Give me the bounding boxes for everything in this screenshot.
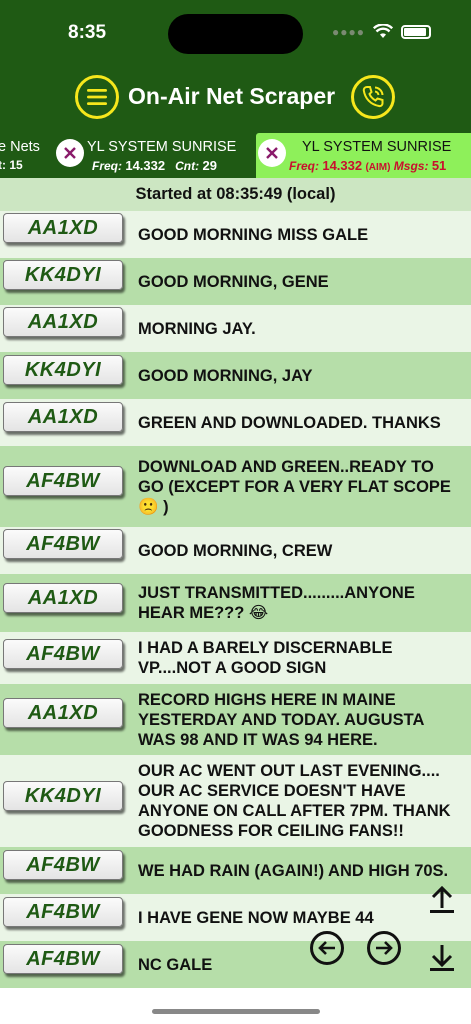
message-text: MORNING JAY. <box>138 319 256 338</box>
tab-freq: Freq: 14.332 (AIM) Msgs: 51 <box>289 158 447 173</box>
phone-button[interactable] <box>351 75 395 119</box>
status-icons: ●●●● <box>332 24 431 39</box>
callsign-button[interactable]: AF4BW <box>3 529 123 559</box>
callsign-button[interactable]: KK4DYI <box>3 781 123 811</box>
message-text: GOOD MORNING, JAY <box>138 366 313 385</box>
tab-count: t: 15 <box>0 158 23 172</box>
arrow-up-to-line-icon <box>430 885 454 913</box>
close-x-icon <box>64 147 76 159</box>
home-indicator[interactable] <box>152 1009 320 1014</box>
tab-label: YL SYSTEM SUNRISE <box>87 139 237 155</box>
dynamic-island <box>168 14 303 54</box>
list-item: AA1XD GREEN AND DOWNLOADED. THANKS <box>0 399 471 446</box>
tab-label: e Nets <box>0 139 40 155</box>
close-tab-button[interactable] <box>56 139 84 167</box>
close-x-icon <box>266 147 278 159</box>
callsign-button[interactable]: AA1XD <box>3 307 123 337</box>
tab-nets[interactable]: e Nets t: 15 <box>0 133 44 178</box>
list-item: KK4DYI GOOD MORNING, JAY <box>0 352 471 399</box>
tab-freq: Freq: 14.332 Cnt: 29 <box>92 158 217 173</box>
message-text: OUR AC WENT OUT LAST EVENING.... OUR AC … <box>138 762 451 840</box>
callsign-button[interactable]: AF4BW <box>3 639 123 669</box>
tab-yl-system-sunrise-active[interactable]: YL SYSTEM SUNRISE Freq: 14.332 (AIM) Msg… <box>256 133 471 178</box>
callsign-button[interactable]: AF4BW <box>3 850 123 880</box>
started-time: Started at 08:35:49 (local) <box>0 178 471 211</box>
callsign-button[interactable]: AF4BW <box>3 944 123 974</box>
previous-button[interactable] <box>310 931 344 965</box>
list-item: AF4BW I HAD A BARELY DISCERNABLE VP....N… <box>0 632 471 684</box>
list-item: AA1XD GOOD MORNING MISS GALE <box>0 211 471 258</box>
list-item: AF4BW DOWNLOAD AND GREEN..READY TO GO (E… <box>0 446 471 527</box>
callsign-button[interactable]: AA1XD <box>3 698 123 728</box>
message-text: DOWNLOAD AND GREEN..READY TO GO (EXCEPT … <box>138 457 451 516</box>
message-text: NC GALE <box>138 955 213 974</box>
message-text: I HAVE GENE NOW MAYBE 44 <box>138 908 374 927</box>
message-text: RECORD HIGHS HERE IN MAINE YESTERDAY AND… <box>138 690 424 749</box>
callsign-button[interactable]: AA1XD <box>3 583 123 613</box>
list-item: KK4DYI OUR AC WENT OUT LAST EVENING.... … <box>0 755 471 847</box>
menu-button[interactable] <box>75 75 119 119</box>
arrow-left-icon <box>318 941 335 955</box>
list-item: AA1XD RECORD HIGHS HERE IN MAINE YESTERD… <box>0 684 471 755</box>
list-item: AA1XD JUST TRANSMITTED.........ANYONE HE… <box>0 574 471 632</box>
app-title: On-Air Net Scraper <box>128 83 336 109</box>
callsign-button[interactable]: AA1XD <box>3 213 123 243</box>
callsign-button[interactable]: KK4DYI <box>3 355 123 385</box>
message-text: GREEN AND DOWNLOADED. THANKS <box>138 413 441 432</box>
arrow-down-to-line-icon <box>430 945 454 971</box>
phone-call-icon <box>362 86 384 108</box>
message-text: GOOD MORNING, GENE <box>138 272 329 291</box>
tab-label: YL SYSTEM SUNRISE <box>302 139 452 155</box>
arrow-right-icon <box>376 941 393 955</box>
status-time: 8:35 <box>68 22 107 43</box>
list-item: AA1XD MORNING JAY. <box>0 305 471 352</box>
list-item: KK4DYI GOOD MORNING, GENE <box>0 258 471 305</box>
message-text: WE HAD RAIN (AGAIN!) AND HIGH 70S. <box>138 861 449 880</box>
message-text: GOOD MORNING MISS GALE <box>138 225 369 244</box>
scroll-to-bottom-button[interactable] <box>426 940 458 976</box>
callsign-button[interactable]: AF4BW <box>3 897 123 927</box>
message-text: GOOD MORNING, CREW <box>138 541 333 560</box>
signal-dots-icon: ●●●● <box>332 24 365 39</box>
list-item: AF4BW GOOD MORNING, CREW <box>0 527 471 574</box>
scroll-to-top-button[interactable] <box>426 884 458 916</box>
message-text: I HAD A BARELY DISCERNABLE VP....NOT A G… <box>138 639 393 677</box>
callsign-button[interactable]: KK4DYI <box>3 260 123 290</box>
callsign-button[interactable]: AA1XD <box>3 402 123 432</box>
message-text: JUST TRANSMITTED.........ANYONE HEAR ME?… <box>138 584 415 622</box>
close-tab-button[interactable] <box>258 139 286 167</box>
battery-icon <box>401 24 431 39</box>
net-tabs: e Nets t: 15 YL SYSTEM SUNRISE Freq: 14.… <box>0 133 471 178</box>
next-button[interactable] <box>367 931 401 965</box>
tab-yl-system-sunrise[interactable]: YL SYSTEM SUNRISE Freq: 14.332 Cnt: 29 <box>52 133 252 178</box>
list-item: AF4BW I HAVE GENE NOW MAYBE 44 <box>0 894 471 941</box>
callsign-button[interactable]: AF4BW <box>3 466 123 496</box>
hamburger-menu-icon <box>87 89 107 105</box>
list-item: AF4BW WE HAD RAIN (AGAIN!) AND HIGH 70S. <box>0 847 471 894</box>
wifi-icon <box>373 24 393 39</box>
